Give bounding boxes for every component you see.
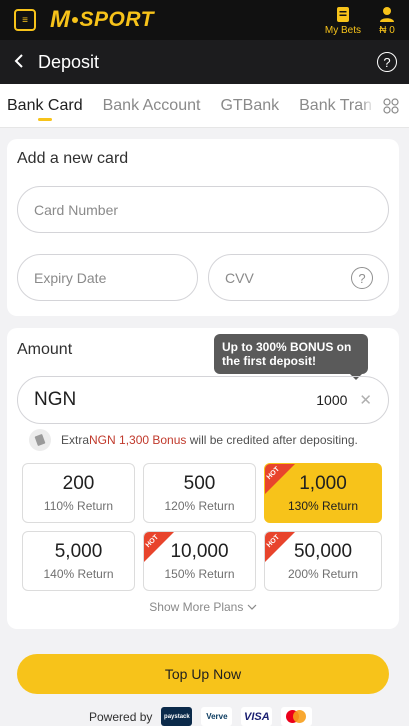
payment-method-tabs: Bank Card Bank Account GTBank Bank Tran: [0, 84, 409, 128]
plan-return: 130% Return: [287, 499, 359, 513]
amount-section: Amount Up to 300% BONUS on the first dep…: [7, 328, 399, 629]
visa-logo: VISA: [241, 707, 273, 726]
verve-logo: Verve: [201, 707, 233, 726]
show-more-plans-link[interactable]: Show More Plans: [7, 600, 399, 614]
brand-bar: ≡ M SPORT My Bets ₦ 0: [0, 0, 409, 40]
tab-gtbank[interactable]: GTBank: [220, 84, 279, 127]
add-card-title: Add a new card: [17, 150, 129, 167]
plan-return: 140% Return: [43, 567, 114, 581]
logo-text: SPORT: [79, 8, 154, 31]
top-actions: My Bets ₦ 0: [325, 0, 395, 40]
tab-bank-transfer[interactable]: Bank Tran: [299, 84, 372, 127]
grid-menu-icon[interactable]: [373, 84, 409, 127]
bonus-note: Extra NGN 1,300 Bonus will be credited a…: [29, 429, 358, 451]
plan-option[interactable]: HOT 50,000 200% Return: [264, 531, 382, 591]
tab-bank-card[interactable]: Bank Card: [7, 84, 83, 127]
bonus-note-suffix: will be credited after depositing.: [186, 433, 358, 447]
page-header: Deposit ?: [0, 40, 409, 84]
mastercard-logo: [281, 707, 313, 726]
menu-icon[interactable]: ≡: [14, 9, 36, 31]
plan-amount: 500: [183, 473, 216, 494]
paystack-logo: paystack: [161, 707, 193, 726]
msport-logo[interactable]: M SPORT: [50, 6, 154, 34]
gift-icon: [29, 429, 51, 451]
chevron-down-icon: [247, 600, 257, 614]
receipt-icon: [336, 5, 350, 23]
balance-label: ₦ 0: [379, 25, 395, 36]
plan-return: 150% Return: [164, 567, 235, 581]
plan-amount: 1,000: [299, 473, 347, 494]
tab-bank-account[interactable]: Bank Account: [103, 84, 201, 127]
plan-return: 120% Return: [164, 499, 235, 513]
logo-dot: [71, 17, 78, 23]
plan-option[interactable]: 200 110% Return: [22, 463, 135, 523]
clear-icon[interactable]: ✕: [359, 391, 372, 409]
cvv-help-icon[interactable]: ?: [351, 267, 373, 289]
cvv-placeholder: CVV: [225, 269, 254, 286]
my-bets-button[interactable]: My Bets: [325, 5, 361, 36]
logo-initial: M: [50, 6, 71, 33]
cvv-field[interactable]: CVV ?: [208, 254, 389, 301]
plan-option[interactable]: 5,000 140% Return: [22, 531, 135, 591]
expiry-date-placeholder: Expiry Date: [34, 269, 107, 286]
deposit-plans: 200 110% Return 500 120% Return HOT 1,00…: [22, 463, 384, 591]
bonus-note-prefix: Extra: [61, 433, 90, 447]
plan-option[interactable]: 500 120% Return: [143, 463, 256, 523]
bonus-tooltip: Up to 300% BONUS on the first deposit!: [214, 334, 368, 380]
amount-input[interactable]: NGN 1000 ✕: [17, 376, 389, 424]
my-bets-label: My Bets: [324, 25, 361, 36]
plan-return: 110% Return: [43, 499, 114, 513]
currency-label: NGN: [34, 389, 77, 410]
expiry-date-field[interactable]: Expiry Date: [17, 254, 198, 301]
plan-amount: 200: [62, 473, 95, 494]
plan-amount: 5,000: [54, 541, 103, 562]
user-icon: [379, 5, 395, 23]
powered-by-label: Powered by: [89, 709, 153, 724]
amount-value: 1000: [316, 392, 348, 408]
page-title: Deposit: [38, 51, 100, 72]
plan-amount: 10,000: [170, 541, 229, 562]
powered-by: Powered by paystack Verve VISA: [89, 707, 313, 726]
account-button[interactable]: ₦ 0: [379, 5, 395, 36]
card-number-field[interactable]: Card Number: [17, 186, 389, 233]
plan-option-selected[interactable]: HOT 1,000 130% Return: [264, 463, 382, 523]
add-card-section: Add a new card Card Number Expiry Date C…: [7, 139, 399, 316]
plan-amount: 50,000: [293, 541, 353, 562]
card-number-placeholder: Card Number: [34, 201, 119, 218]
top-up-button[interactable]: Top Up Now: [17, 654, 389, 694]
plan-option[interactable]: HOT 10,000 150% Return: [143, 531, 256, 591]
show-more-label: Show More Plans: [149, 600, 244, 614]
back-arrow-icon[interactable]: [14, 49, 32, 75]
help-icon[interactable]: ?: [377, 52, 397, 72]
plan-return: 200% Return: [287, 567, 359, 581]
bonus-note-amount: NGN 1,300 Bonus: [89, 433, 187, 447]
amount-title: Amount: [17, 341, 73, 358]
